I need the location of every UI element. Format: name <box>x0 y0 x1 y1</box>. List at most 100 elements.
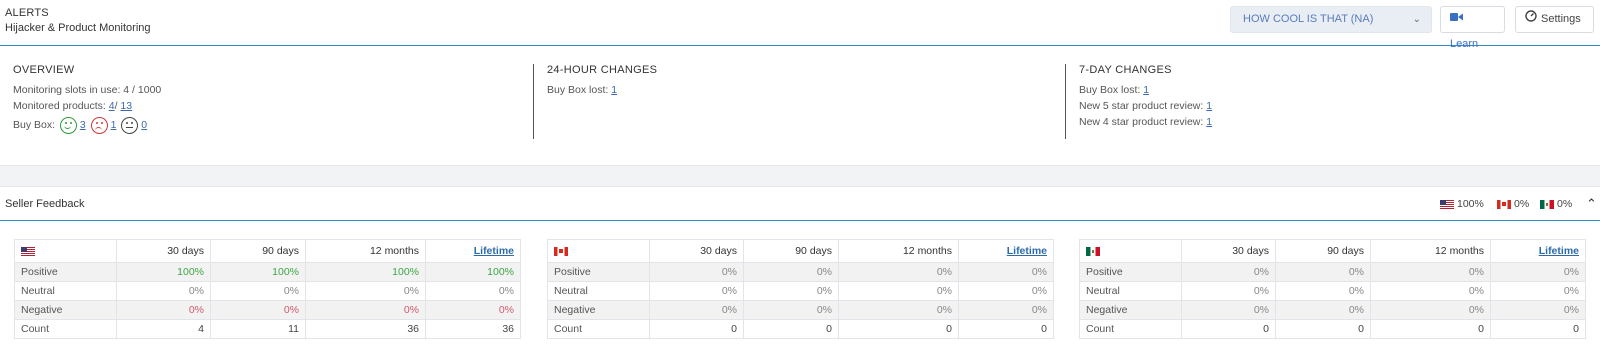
table-cell: 0% <box>210 300 306 320</box>
section-divider <box>0 165 1600 187</box>
table-row: Negative 0% 0% 0% 0% <box>1079 300 1586 320</box>
table-cell: 0% <box>1370 262 1491 282</box>
monitored-products-total-link[interactable]: 13 <box>120 100 132 112</box>
table-cell: 0 <box>958 319 1054 339</box>
changes-7d-review5-label: New 5 star product review: <box>1079 100 1204 112</box>
overview-panel: OVERVIEW Monitoring slots in use: 4 / 10… <box>0 47 1600 165</box>
sad-face-icon <box>90 116 108 134</box>
row-label: Negative <box>547 300 650 320</box>
row-label: Count <box>14 319 117 339</box>
table-cell: 0% <box>116 281 211 301</box>
table-row: Neutral 0% 0% 0% 0% <box>14 281 521 301</box>
col-header-12m: 12 months <box>305 239 426 263</box>
row-label: Positive <box>14 262 117 282</box>
mx-feedback-pct: 0% <box>1557 198 1573 210</box>
seller-feedback-title: Seller Feedback <box>5 198 85 210</box>
table-cell: 0% <box>649 281 744 301</box>
ca-flag-icon <box>1497 199 1511 209</box>
table-cell: 0% <box>1490 262 1586 282</box>
ca-feedback-pct: 0% <box>1514 198 1530 210</box>
row-label: Neutral <box>1079 281 1182 301</box>
table-cell: 0 <box>1275 319 1371 339</box>
settings-label: Settings <box>1541 13 1581 25</box>
table-cell: 0% <box>425 300 521 320</box>
table-cell: 36 <box>305 319 426 339</box>
table-cell: 11 <box>210 319 306 339</box>
col-header-lifetime[interactable]: Lifetime <box>1490 239 1586 263</box>
page-subtitle: Hijacker & Product Monitoring <box>5 22 151 34</box>
changes-7d-heading: 7-DAY CHANGES <box>1079 64 1172 76</box>
row-label: Count <box>1079 319 1182 339</box>
row-label: Neutral <box>547 281 650 301</box>
table-cell: 0% <box>305 300 426 320</box>
col-header-90d: 90 days <box>743 239 839 263</box>
overview-heading: OVERVIEW <box>13 64 75 76</box>
table-cell: 100% <box>116 262 211 282</box>
changes-24h-buybox-lost-link[interactable]: 1 <box>611 84 617 96</box>
table-cell: 0% <box>1275 281 1371 301</box>
table-cell: 0% <box>1370 281 1491 301</box>
table-cell: 0% <box>743 300 839 320</box>
chevron-down-icon: ⌄ <box>1412 14 1421 25</box>
mx-feedback-summary: 0% <box>1540 198 1572 210</box>
lifetime-link[interactable]: Lifetime <box>1007 245 1047 257</box>
changes-7d-buybox-lost-link[interactable]: 1 <box>1143 84 1149 96</box>
mx-flag-icon <box>1540 199 1554 209</box>
lifetime-link[interactable]: Lifetime <box>1539 245 1579 257</box>
table-cell: 0 <box>649 319 744 339</box>
page-header: ALERTS Hijacker & Product Monitoring HOW… <box>0 0 1600 50</box>
table-cell: 4 <box>116 319 211 339</box>
table-row: Positive 100% 100% 100% 100% <box>14 262 521 282</box>
table-cell: 0% <box>1370 300 1491 320</box>
changes-7d-review4-link[interactable]: 1 <box>1206 116 1212 128</box>
col-header-lifetime[interactable]: Lifetime <box>958 239 1054 263</box>
account-select[interactable]: HOW COOL IS THAT (NA) ⌄ <box>1230 6 1432 33</box>
table-row: Negative 0% 0% 0% 0% <box>14 300 521 320</box>
seller-feedback-header[interactable]: Seller Feedback 100% 0% 0% ⌃ <box>0 188 1600 221</box>
mx-feedback-table: 30 days 90 days 12 months Lifetime Posit… <box>1079 239 1586 339</box>
ca-feedback-summary: 0% <box>1497 198 1529 210</box>
changes-7d-review5-link[interactable]: 1 <box>1206 100 1212 112</box>
buybox-won-link[interactable]: 3 <box>80 119 86 131</box>
settings-button[interactable]: Settings <box>1515 6 1594 33</box>
changes-7d-buybox-lost: Buy Box lost: 1 <box>1079 82 1595 98</box>
changes-24h-buybox-lost-label: Buy Box lost: <box>547 84 609 96</box>
buybox-neutral-link[interactable]: 0 <box>141 119 147 131</box>
mx-flag-icon <box>1086 246 1100 256</box>
monitored-products: Monitored products: 4/ 13 <box>13 98 533 114</box>
table-row: Neutral 0% 0% 0% 0% <box>547 281 1054 301</box>
col-header-90d: 90 days <box>1275 239 1371 263</box>
table-cell: 0% <box>743 262 839 282</box>
table-cell: 0% <box>210 281 306 301</box>
col-header-30d: 30 days <box>1181 239 1276 263</box>
table-cell: 0% <box>1181 262 1276 282</box>
table-cell: 0% <box>838 300 959 320</box>
changes-7d-review4: New 4 star product review: 1 <box>1079 114 1595 130</box>
us-flag-icon <box>21 246 35 256</box>
table-flag-cell <box>14 239 117 263</box>
chevron-up-icon[interactable]: ⌃ <box>1586 196 1597 212</box>
monitored-products-separator: / <box>114 100 118 112</box>
table-cell: 0 <box>838 319 959 339</box>
table-cell: 100% <box>210 262 306 282</box>
table-cell: 0 <box>743 319 839 339</box>
lifetime-link[interactable]: Lifetime <box>474 245 514 257</box>
row-label: Count <box>547 319 650 339</box>
row-label: Neutral <box>14 281 117 301</box>
col-header-12m: 12 months <box>838 239 959 263</box>
table-cell: 0% <box>305 281 426 301</box>
col-header-30d: 30 days <box>649 239 744 263</box>
happy-face-icon <box>59 116 77 134</box>
table-cell: 0 <box>1181 319 1276 339</box>
buybox-label: Buy Box: <box>13 119 56 131</box>
buybox-lost-link[interactable]: 1 <box>111 119 117 131</box>
changes-24h-heading: 24-HOUR CHANGES <box>547 64 658 76</box>
monitoring-slots: Monitoring slots in use: 4 / 1000 <box>13 84 162 96</box>
table-row: Count 0 0 0 0 <box>1079 319 1586 339</box>
table-cell: 0% <box>425 281 521 301</box>
table-cell: 0% <box>116 300 211 320</box>
learn-button[interactable]: Learn <box>1440 6 1505 50</box>
col-header-lifetime[interactable]: Lifetime <box>425 239 521 263</box>
table-cell: 100% <box>305 262 426 282</box>
changes-7d-buybox-lost-label: Buy Box lost: <box>1079 84 1141 96</box>
